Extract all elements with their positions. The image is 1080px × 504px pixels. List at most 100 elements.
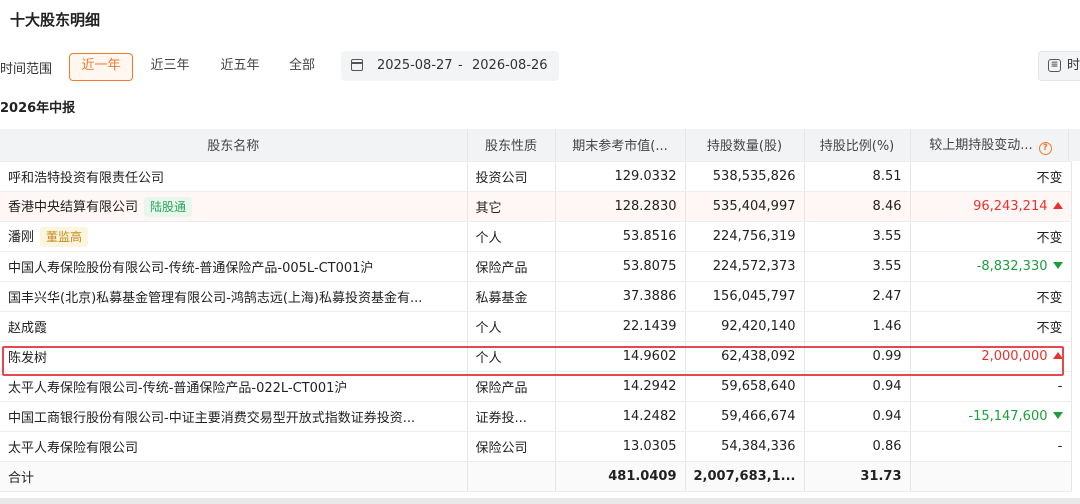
date-end: 2026-08-26 (472, 58, 548, 73)
cell-change: 96,243,214 (910, 191, 1072, 222)
total-change (910, 461, 1072, 492)
table-row[interactable]: 太平人寿保险有限公司 保险公司 13.0305 54,384,336 0.86 - (0, 431, 1072, 462)
table-row[interactable]: 呼和浩特投资有限责任公司 投资公司 129.0332 538,535,826 8.51 不… (0, 161, 1072, 192)
total-label: 合计 (0, 461, 468, 492)
cell-ratio: 8.46 (804, 191, 911, 222)
cell-value: 37.3886 (555, 281, 686, 312)
cell-value: 129.0332 (555, 161, 686, 192)
shareholder-name[interactable]: 中国人寿保险股份有限公司-传统-普通保险产品-005L-CT001沪 (8, 261, 373, 276)
total-nature (467, 461, 556, 492)
cell-name: 国丰兴华(北京)私募基金管理有限公司-鸿鹄志远(上海)私募投资基金有... (0, 281, 468, 312)
shareholder-name[interactable]: 太平人寿保险有限公司 (8, 441, 138, 456)
cell-nature: 保险产品 (467, 251, 556, 282)
calendar-icon (351, 59, 363, 71)
cell-change: -15,147,600 (910, 401, 1072, 432)
up-arrow-icon (1052, 351, 1063, 359)
shareholder-name[interactable]: 香港中央结算有限公司 (8, 200, 138, 215)
shareholder-table: 股东名称 股东性质 期末参考市值(... 持股数量(股) 持股比例(%) 较上期… (0, 129, 1072, 492)
shareholder-name[interactable]: 国丰兴华(北京)私募基金管理有限公司-鸿鹄志远(上海)私募投资基金有... (8, 291, 422, 306)
shareholder-name[interactable]: 呼和浩特投资有限责任公司 (8, 171, 164, 186)
cell-ratio: 0.94 (804, 371, 911, 402)
cell-value: 128.2830 (555, 191, 686, 222)
change-value: -15,147,600 (968, 408, 1048, 424)
cell-nature: 个人 (467, 341, 556, 372)
cell-change: 不变 (910, 311, 1072, 342)
time-toggle-label: 时 (1067, 58, 1080, 73)
col-header-shares[interactable]: 持股数量(股) (685, 129, 805, 162)
change-value: 2,000,000 (981, 348, 1048, 364)
cell-value: 14.2482 (555, 401, 686, 432)
table-row[interactable]: 香港中央结算有限公司 陆股通 其它 128.2830 535,404,997 8.46 96… (0, 191, 1072, 222)
horizontal-scrollbar[interactable] (0, 498, 1080, 504)
col-header-name[interactable]: 股东名称 (0, 129, 468, 162)
cell-change: 不变 (910, 281, 1072, 312)
shareholder-name[interactable]: 潘刚 (8, 230, 34, 245)
cell-nature: 私募基金 (467, 281, 556, 312)
cell-name: 赵成霞 (0, 311, 468, 342)
cell-value: 22.1439 (555, 311, 686, 342)
col-header-value[interactable]: 期末参考市值(... (555, 129, 686, 162)
table-row[interactable]: 潘刚 董监高 个人 53.8516 224,756,319 3.55 不变 (0, 221, 1072, 252)
col-header-change-label: 较上期持股变动... (929, 138, 1033, 154)
col-header-ratio[interactable]: 持股比例(%) (804, 129, 911, 162)
cell-nature: 个人 (467, 311, 556, 342)
change-value: 不变 (1036, 320, 1063, 336)
range-label: 时间范围 (0, 62, 53, 77)
cell-value: 14.2942 (555, 371, 686, 402)
cell-value: 53.8516 (555, 221, 686, 252)
help-icon[interactable]: ? (1038, 142, 1052, 156)
shareholder-name[interactable]: 陈发树 (8, 351, 47, 366)
cell-shares: 92,420,140 (685, 311, 805, 342)
date-range-picker[interactable]: 2025-08-27 - 2026-08-26 (341, 51, 559, 81)
cell-shares: 535,404,997 (685, 191, 805, 222)
shareholder-name[interactable]: 太平人寿保险有限公司-传统-普通保险产品-022L-CT001沪 (8, 381, 347, 396)
shareholder-tag: 陆股通 (144, 196, 193, 217)
cell-name: 太平人寿保险有限公司 (0, 431, 468, 462)
cell-change: - (910, 371, 1072, 402)
cell-shares: 224,756,319 (685, 221, 805, 252)
col-header-change[interactable]: 较上期持股变动...? (910, 129, 1072, 162)
tab-3-years[interactable]: 近三年 (139, 53, 201, 79)
shareholder-tag: 董监高 (40, 226, 89, 247)
table-row[interactable]: 中国工商银行股份有限公司-中证主要消费交易型开放式指数证券投资... 证券投...… (0, 401, 1072, 432)
cell-name: 潘刚 董监高 (0, 221, 468, 252)
cell-shares: 54,384,336 (685, 431, 805, 462)
header-scroll-stub (1068, 129, 1080, 161)
down-arrow-icon (1052, 261, 1063, 269)
tab-1-year[interactable]: 近一年 (69, 53, 133, 81)
page-title: 十大股东明细 (10, 11, 101, 29)
col-header-nature[interactable]: 股东性质 (467, 129, 556, 162)
date-start: 2025-08-27 (377, 58, 453, 73)
change-value: - (1057, 378, 1063, 394)
time-toggle-button[interactable]: ≡ 时 (1038, 51, 1080, 81)
cell-shares: 156,045,797 (685, 281, 805, 312)
total-shares: 2,007,683,1... (685, 461, 805, 492)
change-value: 不变 (1036, 290, 1063, 306)
cell-shares: 62,438,092 (685, 341, 805, 372)
cell-ratio: 0.86 (804, 431, 911, 462)
tab-all[interactable]: 全部 (279, 53, 325, 79)
cell-ratio: 1.46 (804, 311, 911, 342)
cell-nature: 证券投... (467, 401, 556, 432)
change-value: 不变 (1036, 170, 1063, 186)
cell-name: 中国人寿保险股份有限公司-传统-普通保险产品-005L-CT001沪 (0, 251, 468, 282)
cell-shares: 538,535,826 (685, 161, 805, 192)
change-value: 不变 (1036, 230, 1063, 246)
table-row[interactable]: 中国人寿保险股份有限公司-传统-普通保险产品-005L-CT001沪 保险产品 53… (0, 251, 1072, 282)
cell-nature: 投资公司 (467, 161, 556, 192)
down-arrow-icon (1052, 411, 1063, 419)
table-row[interactable]: 太平人寿保险有限公司-传统-普通保险产品-022L-CT001沪 保险产品 14.2… (0, 371, 1072, 402)
cell-value: 13.0305 (555, 431, 686, 462)
table-row[interactable]: 国丰兴华(北京)私募基金管理有限公司-鸿鹄志远(上海)私募投资基金有... 私募基… (0, 281, 1072, 312)
cell-name: 呼和浩特投资有限责任公司 (0, 161, 468, 192)
table-row[interactable]: 陈发树 个人 14.9602 62,438,092 0.99 2,000,000 (0, 341, 1072, 372)
table-row[interactable]: 赵成霞 个人 22.1439 92,420,140 1.46 不变 (0, 311, 1072, 342)
cell-name: 中国工商银行股份有限公司-中证主要消费交易型开放式指数证券投资... (0, 401, 468, 432)
cell-nature: 个人 (467, 221, 556, 252)
cell-name: 太平人寿保险有限公司-传统-普通保险产品-022L-CT001沪 (0, 371, 468, 402)
tab-5-years[interactable]: 近五年 (209, 53, 271, 79)
shareholder-name[interactable]: 赵成霞 (8, 321, 47, 336)
shareholder-name[interactable]: 中国工商银行股份有限公司-中证主要消费交易型开放式指数证券投资... (8, 411, 415, 426)
cell-change: - (910, 431, 1072, 462)
cell-ratio: 0.94 (804, 401, 911, 432)
